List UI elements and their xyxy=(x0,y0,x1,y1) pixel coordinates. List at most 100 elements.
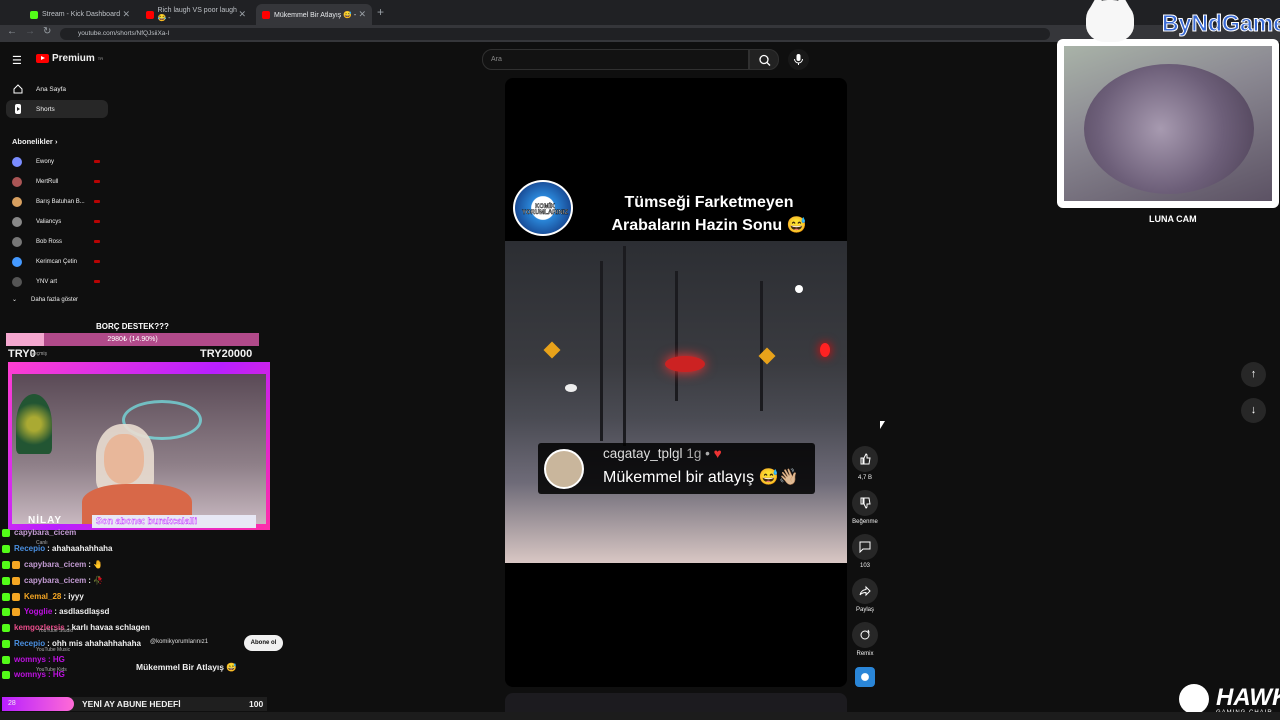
kick-icon xyxy=(30,10,38,19)
video-title: Mükemmel Bir Atlayış 😅 xyxy=(136,662,237,672)
menu-icon[interactable]: ☰ xyxy=(12,54,22,67)
badge-icon xyxy=(2,670,10,679)
chat-message: womnys: HG xyxy=(2,668,65,681)
close-icon[interactable]: ✕ xyxy=(238,9,246,20)
avatar xyxy=(12,217,22,227)
remix-button[interactable]: Remix xyxy=(851,622,879,657)
subscription-name: Valiancys xyxy=(36,219,62,225)
last-subscriber: Son abone: burakcalalli xyxy=(92,515,256,528)
commenter-line: cagatay_tplgl 1g • ♥ xyxy=(603,446,722,461)
chat-user: capybara_cicem xyxy=(24,560,87,569)
show-more-button[interactable]: ⌄ Daha fazla göster xyxy=(12,296,79,304)
badge-icon xyxy=(2,639,10,648)
avatar xyxy=(12,257,22,267)
subscriptions-heading[interactable]: Abonelikler › xyxy=(12,137,57,146)
like-button[interactable]: 4,7 B xyxy=(851,446,879,481)
streamer-webcam xyxy=(8,362,270,530)
tab-rich-laugh[interactable]: Rich laugh VS poor laugh 😂 - ✕ xyxy=(140,4,252,25)
chat-text: : iyyy xyxy=(63,592,84,601)
chat-text: : ahahaahahhaha xyxy=(47,544,113,553)
voice-search-button[interactable] xyxy=(788,49,809,70)
youtube-play-icon xyxy=(36,54,49,63)
share-button[interactable]: Paylaş xyxy=(851,578,879,613)
subscriptions-label: Abonelikler xyxy=(12,137,53,146)
chat-text: : HG xyxy=(48,655,65,664)
previous-short-button[interactable]: ↑ xyxy=(1241,362,1266,387)
sidebar-item-label: Shorts xyxy=(36,105,55,113)
chat-text: : karlı havaa schlagen xyxy=(66,623,150,632)
tab-mukemmel[interactable]: Mükemmel Bir Atlayış 😅 - ✕ xyxy=(256,4,372,25)
subscription-item[interactable]: Kerimcan Çetin xyxy=(12,255,100,269)
url-field[interactable]: youtube.com/shorts/NfQJsiiXa-I xyxy=(60,28,1050,40)
subscription-item[interactable]: Valiancys xyxy=(12,215,100,229)
chat-message: kemgozlersis: karlı havaa schlagen xyxy=(2,621,150,634)
heart-icon: ♥ xyxy=(713,446,722,461)
reload-icon[interactable]: ↻ xyxy=(43,26,51,37)
show-more-label: Daha fazla göster xyxy=(31,296,79,303)
chat-text: : 🤚 xyxy=(88,560,104,569)
chat-message: Recepio: ahahaahahhaha xyxy=(2,542,112,555)
streamer-face xyxy=(104,434,144,484)
warning-sign xyxy=(543,341,561,359)
avatar xyxy=(12,237,22,247)
goal-target: 100 xyxy=(249,699,264,709)
sidebar-item-home[interactable]: Ana Sayfa xyxy=(6,80,108,98)
youtube-logo[interactable]: Premium TR xyxy=(36,53,103,64)
comment-count: 103 xyxy=(859,563,870,569)
subscription-item[interactable]: YNV art xyxy=(12,275,100,289)
thumbs-down-icon xyxy=(852,490,878,516)
light-pole xyxy=(760,281,763,411)
chat-user: womnys xyxy=(14,655,47,664)
commenter-avatar xyxy=(544,449,584,489)
new-tab-icon[interactable]: + xyxy=(377,5,384,19)
comment-icon xyxy=(852,534,878,560)
badge-icon xyxy=(2,560,10,569)
close-icon[interactable]: ✕ xyxy=(122,9,130,20)
remix-label: Remix xyxy=(856,651,874,657)
headline-line: Tümseği Farketmeyen xyxy=(624,194,794,211)
badge-icon xyxy=(2,655,10,664)
streamer-name: NİLAY xyxy=(28,515,63,526)
sound-channel-thumbnail[interactable] xyxy=(855,667,875,687)
goal-current: 28 xyxy=(2,697,74,711)
avatar xyxy=(12,177,22,187)
subscription-item[interactable]: Ewony xyxy=(12,155,100,169)
live-indicator xyxy=(94,160,100,163)
ghost-text: Geçmiş xyxy=(30,351,47,357)
live-indicator xyxy=(94,260,100,263)
subscription-name: Kerimcan Çetin xyxy=(36,259,78,265)
back-icon[interactable]: ← xyxy=(7,26,17,37)
subscription-item[interactable]: Barış Batuhan B... xyxy=(12,195,100,209)
os-taskbar xyxy=(0,712,1280,720)
sidebar-item-shorts[interactable]: Shorts xyxy=(6,100,108,118)
christmas-tree xyxy=(16,394,52,454)
youtube-icon xyxy=(262,10,270,19)
donation-progress-text: 2980₺ (14.90%) xyxy=(107,336,158,343)
chat-user: capybara_cicem xyxy=(14,528,77,537)
shorts-video-player[interactable]: KOMİK YORUMLARINIZ Tümseği Farketmeyen A… xyxy=(505,78,847,687)
subscription-item[interactable]: Bob Ross xyxy=(12,235,100,249)
badge-text: KOMİK YORUMLARINIZ xyxy=(522,204,568,216)
search-input[interactable]: Ara xyxy=(482,49,749,70)
light-pole xyxy=(675,271,678,401)
dislike-button[interactable]: Beğenme xyxy=(851,490,879,525)
hawk-icon xyxy=(1179,684,1209,714)
chat-message: capybara_cicem xyxy=(2,526,78,539)
subscribe-button[interactable]: Abone ol xyxy=(244,635,283,651)
close-icon[interactable]: ✕ xyxy=(358,9,366,20)
chat-message: capybara_cicem: 🤚 xyxy=(2,558,103,571)
microphone-icon xyxy=(794,54,803,65)
donation-max: TRY20000 xyxy=(200,348,253,360)
light-pole xyxy=(600,261,603,441)
avatar xyxy=(12,157,22,167)
forward-icon[interactable]: → xyxy=(25,26,35,37)
tab-kick-dashboard[interactable]: Stream - Kick Dashboard ✕ xyxy=(24,4,136,25)
avatar xyxy=(12,197,22,207)
share-label: Paylaş xyxy=(855,607,874,613)
subscription-name: MertRull xyxy=(36,179,59,185)
comments-button[interactable]: 103 xyxy=(851,534,879,569)
subscription-item[interactable]: MertRull xyxy=(12,175,100,189)
search-button[interactable] xyxy=(749,49,779,70)
luna-cam-label: LUNA CAM xyxy=(1149,214,1197,224)
next-short-button[interactable]: ↓ xyxy=(1241,398,1266,423)
